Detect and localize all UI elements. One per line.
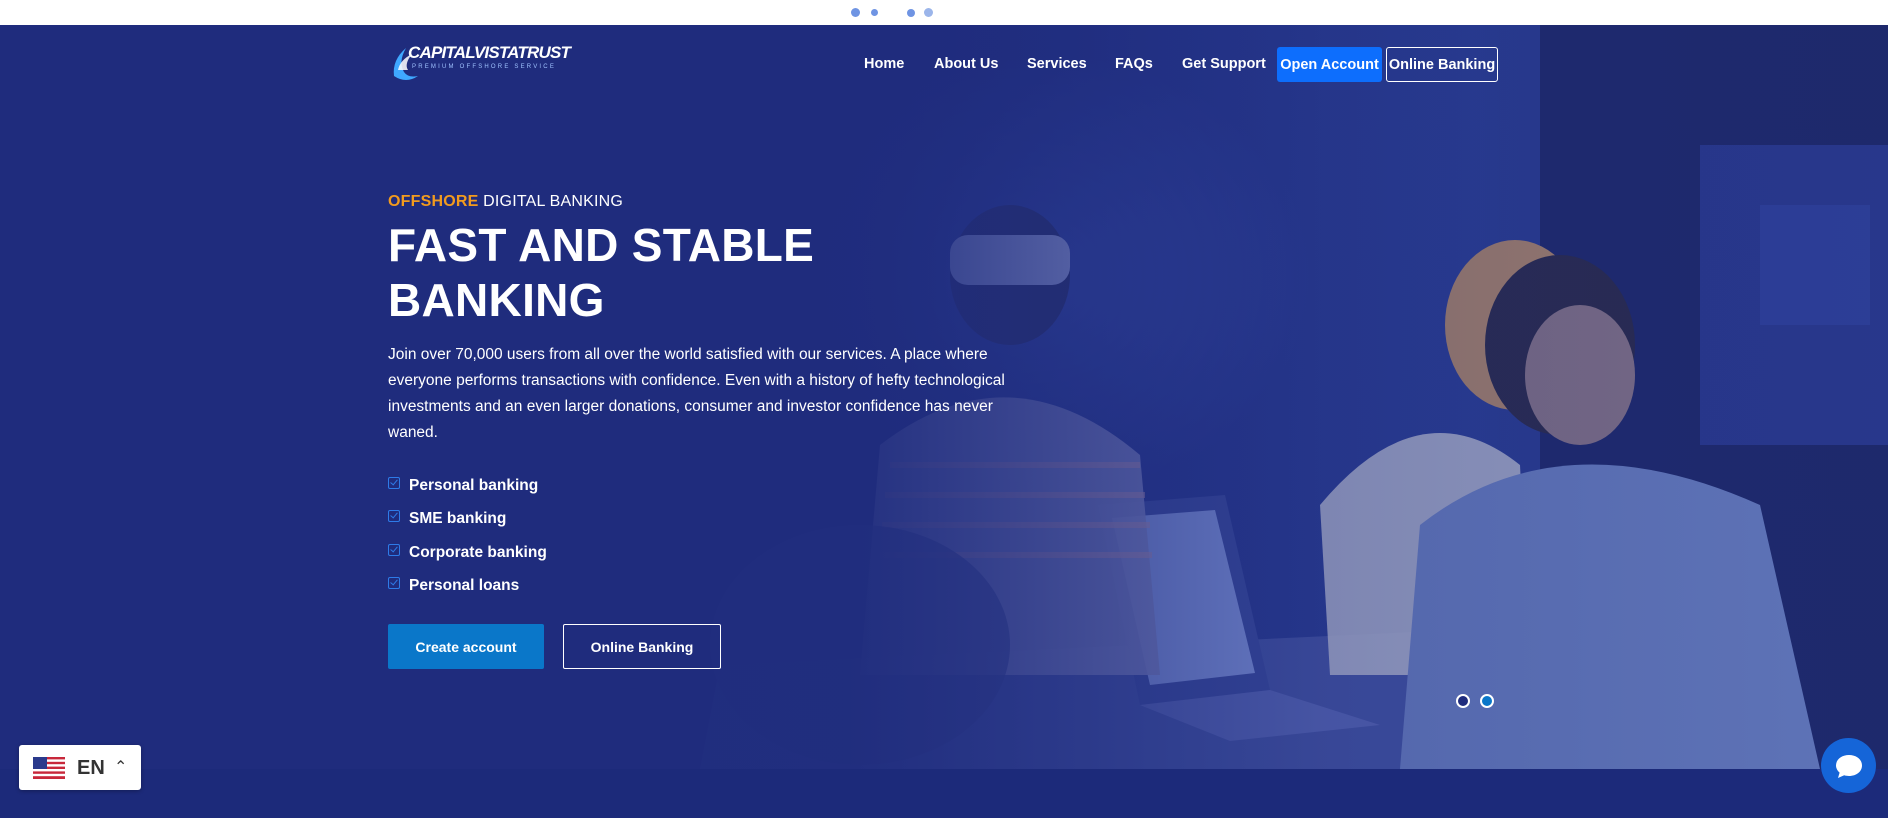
main-nav-about: About Us	[934, 46, 998, 82]
hero-eyebrow: OFFSHORE DIGITAL BANKING	[388, 193, 623, 211]
loader-dot	[907, 9, 915, 17]
checkbox-icon	[388, 476, 400, 489]
eyebrow-text: DIGITAL BANKING	[478, 193, 624, 210]
loader-dot	[871, 9, 878, 16]
checkbox-icon	[388, 577, 400, 590]
feature-label: Personal banking	[409, 476, 539, 494]
open-account-button[interactable]: Open Account	[1277, 47, 1382, 82]
feature-label: SME banking	[409, 510, 507, 528]
main-nav-services: Services	[1027, 46, 1087, 82]
checkbox-icon	[388, 543, 400, 556]
chevron-up-icon: ⌃	[114, 759, 128, 776]
nav-about-us[interactable]: About Us	[934, 56, 998, 72]
create-account-button[interactable]: Create account	[388, 624, 544, 669]
brand-logo[interactable]: CAPITALVISTATRUST PREMIUM OFFSHORE SERVI…	[390, 40, 571, 84]
us-flag-icon	[33, 757, 65, 779]
hero-headline: FAST AND STABLE BANKING	[388, 219, 815, 326]
list-item: SME banking	[388, 503, 547, 537]
eyebrow-accent: OFFSHORE	[388, 193, 479, 210]
chat-bubble-icon	[1835, 754, 1862, 778]
brand-tagline: PREMIUM OFFSHORE SERVICE	[412, 64, 557, 70]
loader-dot	[851, 8, 860, 17]
list-item: Personal loans	[388, 570, 547, 604]
online-banking-nav-button[interactable]: Online Banking	[1386, 47, 1498, 82]
brand-name: CAPITALVISTATRUST	[408, 43, 571, 62]
loader-dot	[924, 8, 933, 17]
online-banking-button[interactable]: Online Banking	[563, 624, 721, 669]
feature-label: Personal loans	[409, 577, 520, 595]
next-section-strip	[0, 769, 1888, 818]
nav-home[interactable]: Home	[864, 56, 904, 72]
checkbox-icon	[388, 510, 400, 523]
nav-services[interactable]: Services	[1027, 56, 1087, 72]
hero-description: Join over 70,000 users from all over the…	[388, 346, 1005, 441]
language-switcher[interactable]: EN ⌃	[19, 745, 141, 790]
nav-get-support[interactable]: Get Support	[1182, 56, 1266, 72]
main-nav-faqs: FAQs	[1115, 46, 1153, 82]
list-item: Personal banking	[388, 469, 547, 503]
language-code: EN	[77, 757, 105, 779]
chat-widget-button[interactable]	[1821, 738, 1876, 793]
slider-dot-2[interactable]	[1480, 694, 1494, 708]
list-item: Corporate banking	[388, 536, 547, 570]
feature-label: Corporate banking	[409, 543, 547, 561]
main-nav: Home	[864, 46, 904, 82]
nav-faqs[interactable]: FAQs	[1115, 56, 1153, 72]
top-loading-bar	[0, 0, 1888, 25]
feature-list: Personal banking SME banking Corporate b…	[388, 469, 547, 603]
main-nav-support: Get Support	[1182, 46, 1266, 82]
slider-dot-1[interactable]	[1456, 694, 1470, 708]
